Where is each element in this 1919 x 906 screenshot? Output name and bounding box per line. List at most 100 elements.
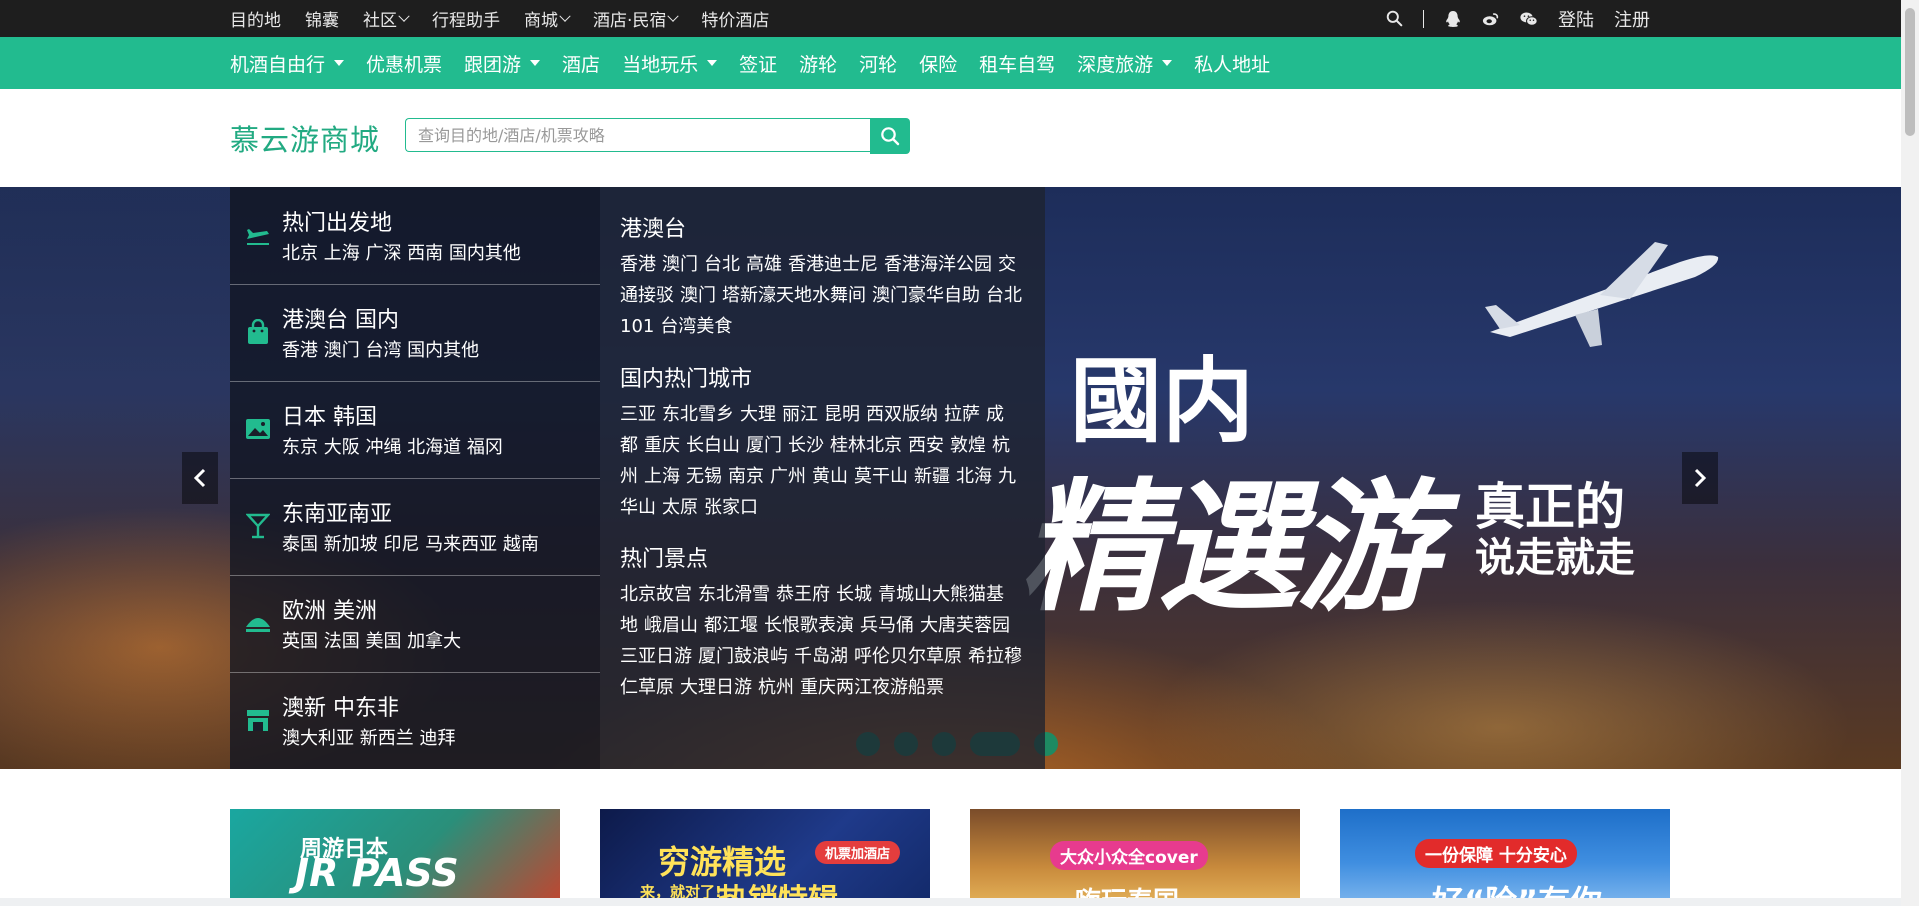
- destination-section-hk-macau-tw: 港澳台 香港 澳门 台北 高雄 香港迪士尼 香港海洋公园 交通接驳 澳门 塔新濠天地水舞间 澳门豪…: [620, 211, 1025, 342]
- category-item-oceania-mideast[interactable]: 澳新 中东非 澳大利亚 新西兰 迪拜: [230, 672, 600, 769]
- destination-link[interactable]: 北海: [956, 466, 992, 487]
- nav-label: 签证: [739, 53, 778, 76]
- destination-link[interactable]: 东北雪乡: [662, 404, 734, 425]
- destination-link[interactable]: 大唐芙蓉园: [920, 615, 1010, 636]
- nav-item-cheap-flights[interactable]: 优惠机票: [366, 50, 442, 77]
- scrollbar[interactable]: [1901, 0, 1919, 906]
- destination-link[interactable]: 张家口: [704, 497, 758, 518]
- destination-link[interactable]: 东北滑雪: [698, 584, 770, 605]
- destination-link[interactable]: 北京故宫: [620, 584, 692, 605]
- destination-link[interactable]: 高雄: [746, 254, 782, 275]
- destination-link[interactable]: 澳门: [680, 285, 716, 306]
- nav-item-visa[interactable]: 签证: [739, 50, 777, 77]
- destination-link[interactable]: 澳门豪华自助: [872, 285, 980, 306]
- destination-link[interactable]: 大理: [740, 404, 776, 425]
- destination-link[interactable]: 塔新濠天地水舞间: [722, 285, 866, 306]
- nav-item-insurance[interactable]: 保险: [919, 50, 957, 77]
- weibo-icon[interactable]: [1482, 10, 1500, 28]
- top-nav-item-destination[interactable]: 目的地: [230, 6, 281, 31]
- destination-link[interactable]: 敦煌: [950, 435, 986, 456]
- destination-link[interactable]: 香港: [620, 254, 656, 275]
- destination-link[interactable]: 重庆两江夜游船票: [800, 677, 944, 698]
- destination-link[interactable]: 长沙: [788, 435, 824, 456]
- destination-link[interactable]: 拉萨: [944, 404, 980, 425]
- search-button[interactable]: [870, 118, 910, 154]
- promo-card-thailand[interactable]: 大众小众全cover 嗨玩泰国: [970, 809, 1300, 906]
- destination-link[interactable]: 三亚: [620, 404, 656, 425]
- nav-item-private-address[interactable]: 私人地址: [1194, 50, 1270, 77]
- destination-link[interactable]: 丽江: [782, 404, 818, 425]
- destination-link[interactable]: 台湾美食: [660, 316, 732, 337]
- nav-item-hotel[interactable]: 酒店: [562, 50, 600, 77]
- wechat-icon[interactable]: [1520, 10, 1538, 28]
- destination-link[interactable]: 无锡: [686, 466, 722, 487]
- destination-link[interactable]: 昆明: [824, 404, 860, 425]
- destination-link[interactable]: 呼伦贝尔草原: [854, 646, 962, 667]
- top-nav-item-mall[interactable]: 商城: [524, 6, 571, 31]
- register-link[interactable]: 注册: [1614, 6, 1650, 32]
- promo-card-jr-pass[interactable]: 周游日本 JR PASS 超全指南: [230, 809, 560, 906]
- nav-item-river-cruise[interactable]: 河轮: [859, 50, 897, 77]
- destination-link[interactable]: 香港海洋公园: [884, 254, 992, 275]
- destination-link[interactable]: 长城: [836, 584, 872, 605]
- destination-link[interactable]: 千岛湖: [794, 646, 848, 667]
- destination-link[interactable]: 厦门鼓浪屿: [698, 646, 788, 667]
- destination-link[interactable]: 黄山: [812, 466, 848, 487]
- nav-item-local-fun[interactable]: 当地玩乐: [622, 50, 718, 77]
- nav-item-car-rental[interactable]: 租车自驾: [979, 50, 1055, 77]
- destination-link[interactable]: 香港迪士尼: [788, 254, 878, 275]
- destination-link[interactable]: 重庆: [644, 435, 680, 456]
- carousel-next-button[interactable]: [1682, 452, 1718, 504]
- nav-item-flight-hotel[interactable]: 机酒自由行: [230, 50, 345, 77]
- destination-link[interactable]: 兵马俑: [860, 615, 914, 636]
- destination-link[interactable]: 南京: [728, 466, 764, 487]
- nav-item-deep-travel[interactable]: 深度旅游: [1077, 50, 1173, 77]
- nav-item-cruise[interactable]: 游轮: [799, 50, 837, 77]
- destination-link[interactable]: 长白山: [686, 435, 740, 456]
- top-tools: 登陆 注册: [1385, 0, 1670, 37]
- destination-link[interactable]: 长恨歌表演: [764, 615, 854, 636]
- destination-link[interactable]: 台北: [704, 254, 740, 275]
- search-input[interactable]: 查询目的地/酒店/机票攻略: [405, 118, 870, 152]
- top-nav-item-community[interactable]: 社区: [363, 6, 410, 31]
- promo-card-insurance[interactable]: 一份保障 十分安心 好“险”有你: [1340, 809, 1670, 906]
- destination-link[interactable]: 上海: [644, 466, 680, 487]
- scrollbar-thumb[interactable]: [1905, 8, 1915, 136]
- destination-link[interactable]: 杭州: [758, 677, 794, 698]
- promo-card-budget-picks[interactable]: 穷游精选 机票加酒店 来，就对了! 热销特辑: [600, 809, 930, 906]
- category-item-hk-macau-tw[interactable]: 港澳台 国内 香港 澳门 台湾 国内其他: [230, 284, 600, 382]
- destination-link[interactable]: 广州: [770, 466, 806, 487]
- nav-item-group-tour[interactable]: 跟团游: [464, 50, 541, 77]
- destination-link[interactable]: 恭王府: [776, 584, 830, 605]
- search-icon: [881, 127, 900, 146]
- category-item-japan-korea[interactable]: 日本 韩国 东京 大阪 冲绳 北海道 福冈: [230, 381, 600, 479]
- top-nav-item-hotels[interactable]: 酒店·民宿: [593, 6, 680, 31]
- destination-link[interactable]: 桂林北京: [830, 435, 902, 456]
- category-title: 热门出发地: [282, 211, 393, 236]
- brand-logo[interactable]: 慕云游商城: [230, 117, 380, 159]
- destination-link[interactable]: 峨眉山: [644, 615, 698, 636]
- top-nav-item-deal-hotels[interactable]: 特价酒店: [701, 6, 769, 31]
- destination-link[interactable]: 莫干山: [854, 466, 908, 487]
- destination-link[interactable]: 西安: [908, 435, 944, 456]
- destination-link[interactable]: 大理日游: [680, 677, 752, 698]
- carousel-prev-button[interactable]: [182, 452, 218, 504]
- destination-link[interactable]: 厦门: [746, 435, 782, 456]
- top-nav-label: 行程助手: [432, 11, 500, 31]
- category-item-hot-departure[interactable]: 热门出发地 北京 上海 广深 西南 国内其他: [230, 187, 600, 285]
- shop-icon: [244, 706, 272, 734]
- bottom-strip: [0, 898, 1901, 906]
- category-item-europe-americas[interactable]: 欧洲 美洲 英国 法国 美国 加拿大: [230, 575, 600, 673]
- top-nav-item-guides[interactable]: 锦囊: [305, 6, 339, 31]
- destination-link[interactable]: 都江堰: [704, 615, 758, 636]
- login-link[interactable]: 登陆: [1558, 6, 1594, 32]
- destination-link[interactable]: 澳门: [662, 254, 698, 275]
- destination-link[interactable]: 三亚日游: [620, 646, 692, 667]
- category-item-southeast-asia[interactable]: 东南亚南亚 泰国 新加坡 印尼 马来西亚 越南: [230, 478, 600, 576]
- destination-link[interactable]: 新疆: [914, 466, 950, 487]
- destination-link[interactable]: 西双版纳: [866, 404, 938, 425]
- search-icon[interactable]: [1385, 10, 1403, 28]
- qq-icon[interactable]: [1444, 10, 1462, 28]
- destination-link[interactable]: 太原: [662, 497, 698, 518]
- top-nav-item-planner[interactable]: 行程助手: [432, 6, 500, 31]
